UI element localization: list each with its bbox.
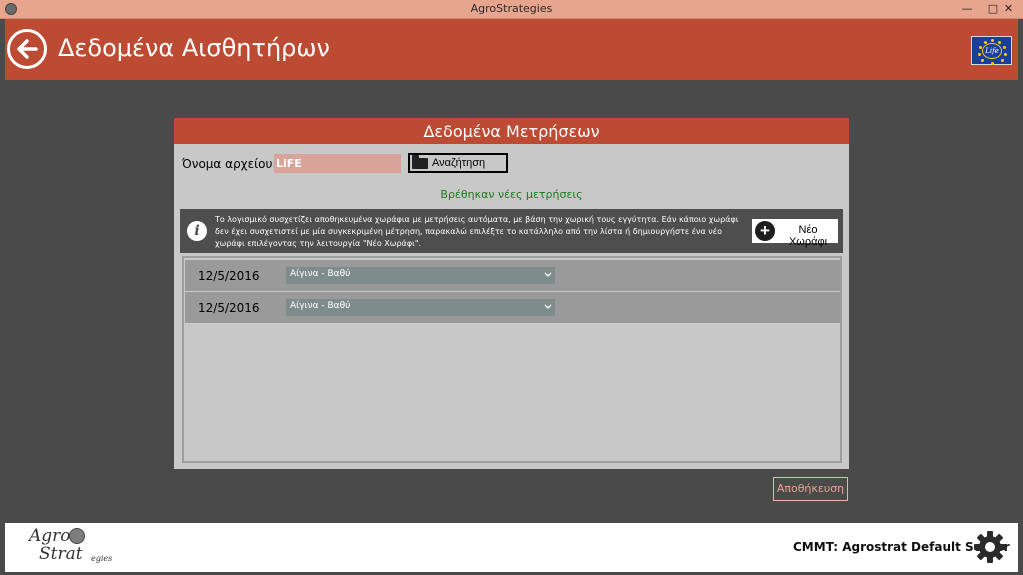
logo-text-strat: Strat [39,544,83,564]
field-select[interactable]: Αίγινα - Βαθύ [286,267,555,284]
page-header: Δεδομένα Αισθητήρων Life [5,19,1018,80]
info-icon: i [187,221,207,241]
logo-text-agro: Agro [29,526,71,546]
footer: Agro Strat egies CMMT: Agrostrat Default… [5,523,1018,572]
panel-title: Δεδομένα Μετρήσεων [174,118,849,144]
file-name-input[interactable] [274,154,401,173]
back-button[interactable] [7,29,47,69]
measurements-panel: Δεδομένα Μετρήσεων Όνομα αρχείου: Αναζήτ… [174,118,849,469]
chevron-down-icon[interactable] [542,301,554,313]
logo-text-egies: egies [91,554,113,563]
measurement-date: 12/5/2016 [198,301,260,315]
minimize-button[interactable]: — [954,0,980,19]
save-button[interactable]: Αποθήκευση [773,477,848,501]
measurements-list: 12/5/2016 Αίγινα - Βαθύ 12/5/2016 Αίγινα… [182,256,842,463]
agrostrategies-logo: Agro Strat egies [19,526,119,570]
window-titlebar: AgroStrategies — □ ✕ [0,0,1023,19]
window-title: AgroStrategies [470,2,553,15]
info-text: Το λογισμικό συσχετίζει αποθηκευμένα χωρ… [215,215,739,248]
close-button[interactable]: ✕ [994,0,1023,19]
field-select[interactable]: Αίγινα - Βαθύ [286,299,555,316]
list-item: 12/5/2016 Αίγινα - Βαθύ [185,292,840,323]
field-select-value: Αίγινα - Βαθύ [290,301,351,311]
browse-button[interactable]: Αναζήτηση [408,153,508,173]
new-field-button-label: Νέο Χωράφι [788,224,828,248]
field-select-value: Αίγινα - Βαθύ [290,269,351,279]
gear-icon[interactable] [973,530,1007,564]
chevron-down-icon[interactable] [542,269,554,281]
new-field-button[interactable]: + Νέο Χωράφι [752,219,838,248]
life-logo-text: Life [982,43,1002,59]
plus-icon: + [755,221,775,241]
list-item: 12/5/2016 Αίγινα - Βαθύ [185,260,840,291]
browse-button-label: Αναζήτηση [432,157,486,169]
page-title: Δεδομένα Αισθητήρων [58,34,330,62]
file-name-label: Όνομα αρχείου: [182,157,277,171]
info-bar: i Το λογισμικό συσχετίζει αποθηκευμένα χ… [180,209,843,253]
folder-icon [412,155,428,169]
measurement-date: 12/5/2016 [198,269,260,283]
globe-icon [69,528,85,544]
back-arrow-icon [17,39,38,59]
eu-life-logo: Life [971,36,1012,65]
status-message: Βρέθηκαν νέες μετρήσεις [440,188,583,201]
